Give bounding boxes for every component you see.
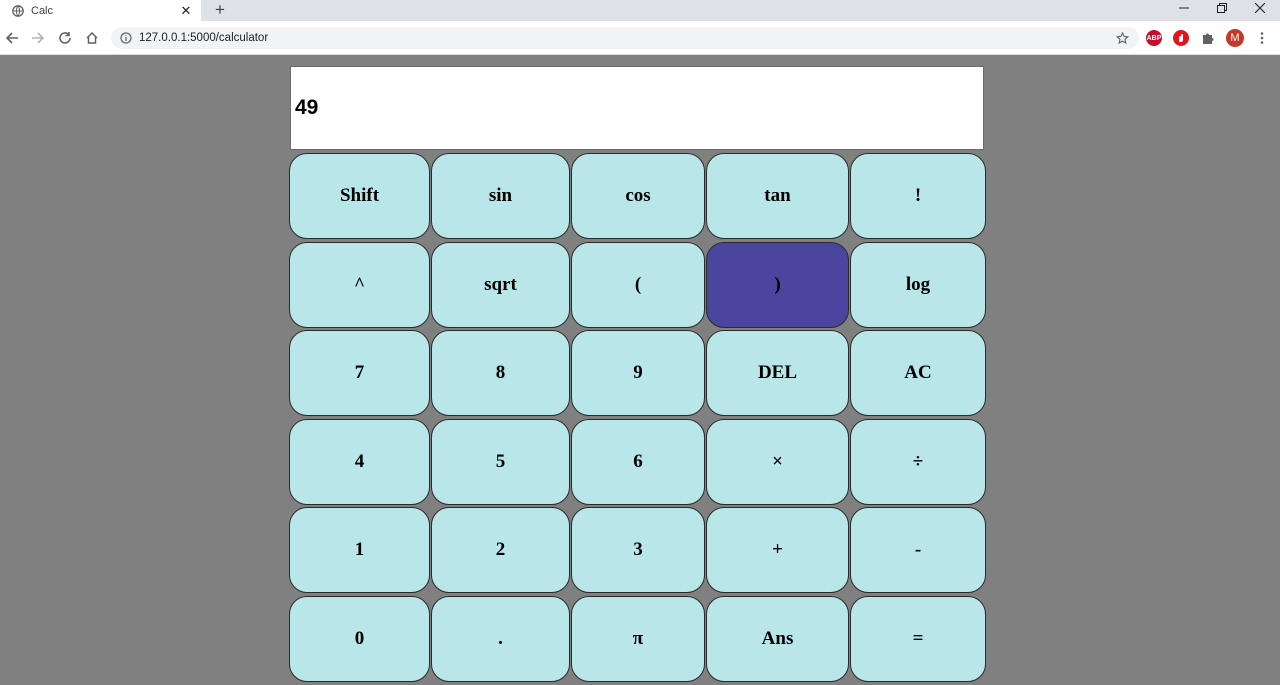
- sqrt-key[interactable]: sqrt: [431, 242, 570, 328]
- adblock-icon[interactable]: [1173, 30, 1189, 46]
- forward-arrow-icon[interactable]: [30, 30, 46, 46]
- divide-key[interactable]: ÷: [850, 419, 986, 505]
- minimize-icon[interactable]: [1170, 0, 1198, 16]
- display-value: 49: [295, 96, 319, 119]
- url-text: 127.0.0.1:5000/calculator: [139, 32, 269, 44]
- browser-toolbar: 127.0.0.1:5000/calculator ABP M: [0, 21, 1280, 55]
- calculator-display: 49: [290, 66, 984, 150]
- ans-key[interactable]: Ans: [706, 596, 849, 682]
- minus-key[interactable]: -: [850, 507, 986, 593]
- new-tab-button[interactable]: +: [212, 1, 228, 19]
- address-bar[interactable]: 127.0.0.1:5000/calculator: [111, 27, 1139, 49]
- delete-key[interactable]: DEL: [706, 330, 849, 416]
- tan-key[interactable]: tan: [706, 153, 849, 239]
- digit-7-key[interactable]: 7: [289, 330, 430, 416]
- browser-tab[interactable]: Calc ✕: [0, 0, 201, 21]
- tab-title: Calc: [31, 4, 54, 17]
- digit-6-key[interactable]: 6: [571, 419, 705, 505]
- browser-tab-strip: Calc ✕ +: [0, 0, 1280, 21]
- site-info-icon[interactable]: [120, 32, 132, 44]
- close-paren-key[interactable]: ): [706, 242, 849, 328]
- log-key[interactable]: log: [850, 242, 986, 328]
- digit-5-key[interactable]: 5: [431, 419, 570, 505]
- adblock-plus-icon[interactable]: ABP: [1146, 30, 1162, 46]
- back-arrow-icon[interactable]: [4, 30, 20, 46]
- digit-1-key[interactable]: 1: [289, 507, 430, 593]
- home-icon[interactable]: [84, 30, 100, 46]
- sin-key[interactable]: sin: [431, 153, 570, 239]
- all-clear-key[interactable]: AC: [850, 330, 986, 416]
- plus-key[interactable]: +: [706, 507, 849, 593]
- reload-icon[interactable]: [57, 30, 73, 46]
- digit-2-key[interactable]: 2: [431, 507, 570, 593]
- bookmark-star-icon[interactable]: [1115, 31, 1129, 45]
- digit-0-key[interactable]: 0: [289, 596, 430, 682]
- open-paren-key[interactable]: (: [571, 242, 705, 328]
- cos-key[interactable]: cos: [571, 153, 705, 239]
- tab-close-icon[interactable]: ✕: [179, 3, 193, 18]
- multiply-key[interactable]: ×: [706, 419, 849, 505]
- digit-8-key[interactable]: 8: [431, 330, 570, 416]
- factorial-key[interactable]: !: [850, 153, 986, 239]
- restore-icon[interactable]: [1208, 0, 1236, 16]
- digit-9-key[interactable]: 9: [571, 330, 705, 416]
- shift-key[interactable]: Shift: [289, 153, 430, 239]
- pi-key[interactable]: π: [571, 596, 705, 682]
- profile-avatar[interactable]: M: [1226, 29, 1244, 47]
- power-key[interactable]: ^: [289, 242, 430, 328]
- puzzle-extensions-icon[interactable]: [1200, 30, 1216, 46]
- digit-3-key[interactable]: 3: [571, 507, 705, 593]
- window-close-icon[interactable]: [1246, 0, 1274, 16]
- equals-key[interactable]: =: [850, 596, 986, 682]
- globe-icon: [12, 4, 24, 17]
- menu-kebab-icon[interactable]: [1254, 30, 1270, 46]
- decimal-point-key[interactable]: .: [431, 596, 570, 682]
- digit-4-key[interactable]: 4: [289, 419, 430, 505]
